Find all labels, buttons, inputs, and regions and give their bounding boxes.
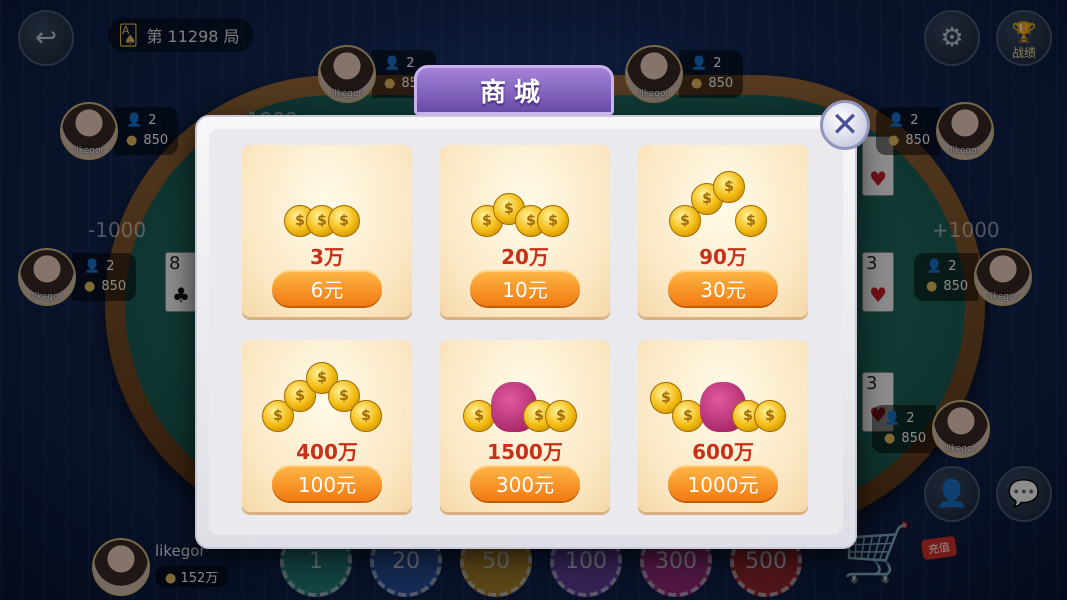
item-amount: 600万 xyxy=(692,440,754,464)
coins-icon: $ $ $ $ xyxy=(440,167,610,237)
coins-icon: $ $ $ $ xyxy=(638,167,808,237)
shop-item-2[interactable]: $ $ $ $ 20万 10元 xyxy=(440,145,610,317)
shop-item-3[interactable]: $ $ $ $ 90万 30元 xyxy=(638,145,808,317)
buy-button[interactable]: 10元 xyxy=(470,270,580,306)
item-amount: 90万 xyxy=(699,245,747,269)
shop-item-6[interactable]: $ $ $ $ 600万 1000元 xyxy=(638,340,808,512)
close-icon: ✕ xyxy=(830,105,860,145)
coin-bag-icon: $ $ $ $ xyxy=(638,362,808,432)
buy-button[interactable]: 100元 xyxy=(272,465,382,501)
close-button[interactable]: ✕ xyxy=(820,100,870,150)
coins-icon: $ $ $ $ $ xyxy=(242,362,412,432)
buy-button[interactable]: 1000元 xyxy=(668,465,778,501)
buy-button[interactable]: 30元 xyxy=(668,270,778,306)
shop-item-5[interactable]: $ $ $ 1500万 300元 xyxy=(440,340,610,512)
shop-item-1[interactable]: $ $ $ 3万 6元 xyxy=(242,145,412,317)
buy-button[interactable]: 300元 xyxy=(470,465,580,501)
item-amount: 3万 xyxy=(310,245,344,269)
coins-icon: $ $ $ xyxy=(242,167,412,237)
item-amount: 1500万 xyxy=(487,440,563,464)
item-amount: 400万 xyxy=(296,440,358,464)
coin-bag-icon: $ $ $ xyxy=(440,362,610,432)
buy-button[interactable]: 6元 xyxy=(272,270,382,306)
shop-item-4[interactable]: $ $ $ $ $ 400万 100元 xyxy=(242,340,412,512)
shop-title: 商城 xyxy=(414,65,614,115)
item-amount: 20万 xyxy=(501,245,549,269)
